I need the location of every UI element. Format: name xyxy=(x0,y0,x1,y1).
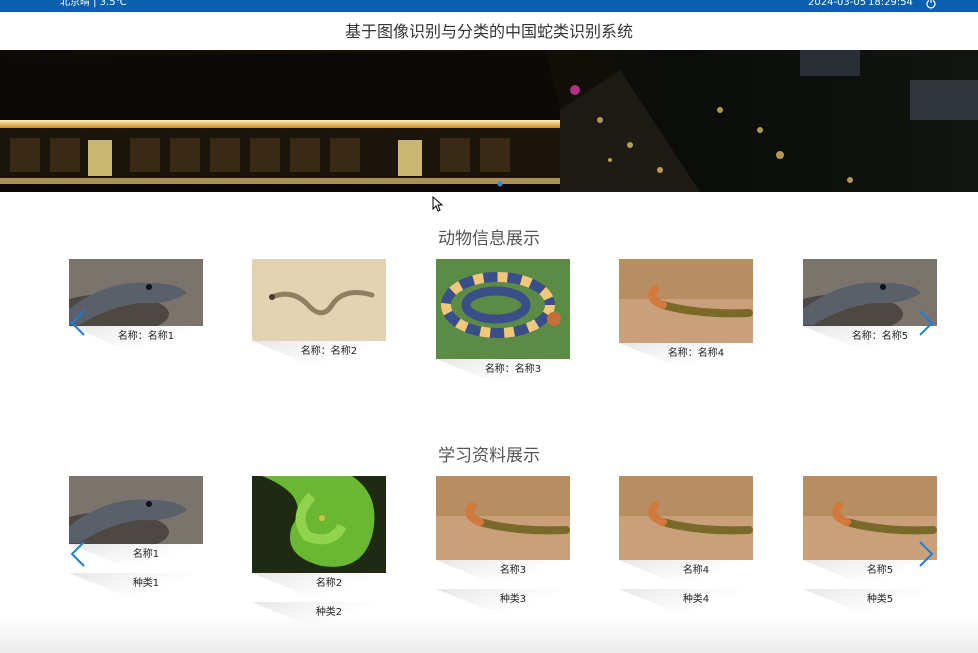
animal-label-5: 名称：名称5 xyxy=(803,326,937,348)
study-name-5: 名称5 xyxy=(803,560,937,582)
study-prev-arrow-icon[interactable] xyxy=(70,540,86,568)
weather-text: 北京晴 | 3.5℃ xyxy=(60,0,127,8)
study-card-4[interactable]: 名称4 种类4 xyxy=(619,476,753,611)
study-kind-5: 种类5 xyxy=(803,589,937,611)
animal-card-3[interactable]: 名称：名称3 xyxy=(436,259,570,381)
study-kind-4: 种类4 xyxy=(619,589,753,611)
study-image-3 xyxy=(436,476,570,560)
animal-card-4[interactable]: 名称：名称4 xyxy=(619,259,753,365)
animal-card-1[interactable]: 名称：名称1 xyxy=(69,259,203,348)
study-kind-1: 种类1 xyxy=(69,573,203,595)
animal-image-5 xyxy=(803,259,937,326)
study-image-4 xyxy=(619,476,753,560)
power-icon[interactable] xyxy=(925,0,937,9)
study-name-4: 名称4 xyxy=(619,560,753,582)
page-title: 基于图像识别与分类的中国蛇类识别系统 xyxy=(344,22,633,41)
animal-label-3: 名称：名称3 xyxy=(436,359,570,381)
animal-section-title: 动物信息展示 xyxy=(438,229,540,249)
animal-label-4: 名称：名称4 xyxy=(619,343,753,365)
animal-image-2 xyxy=(252,259,386,341)
top-status-bar: 北京晴 | 3.5℃ 2024-03-05 18:29:54 xyxy=(0,0,978,12)
study-kind-3: 种类3 xyxy=(436,589,570,611)
date-text: 2024-03-05 xyxy=(808,0,867,8)
animal-label-1: 名称：名称1 xyxy=(69,326,203,348)
study-image-1 xyxy=(69,476,203,544)
banner-image xyxy=(0,50,978,192)
time-text: 18:29:54 xyxy=(868,0,913,8)
study-card-2[interactable]: 名称2 种类2 xyxy=(252,476,386,624)
study-card-5[interactable]: 名称5 种类5 xyxy=(803,476,937,611)
study-section-title: 学习资料展示 xyxy=(438,446,540,466)
study-name-1: 名称1 xyxy=(69,544,203,566)
animal-prev-arrow-icon[interactable] xyxy=(70,309,86,337)
study-next-arrow-icon[interactable] xyxy=(918,540,934,568)
study-card-3[interactable]: 名称3 种类3 xyxy=(436,476,570,611)
animal-next-arrow-icon[interactable] xyxy=(918,309,934,337)
animal-image-4 xyxy=(619,259,753,343)
animal-label-2: 名称：名称2 xyxy=(252,341,386,363)
study-name-2: 名称2 xyxy=(252,573,386,595)
animal-image-3 xyxy=(436,259,570,359)
animal-card-2[interactable]: 名称：名称2 xyxy=(252,259,386,363)
study-card-1[interactable]: 名称1 种类1 xyxy=(69,476,203,595)
animal-card-5[interactable]: 名称：名称5 xyxy=(803,259,937,348)
animal-image-1 xyxy=(69,259,203,326)
study-image-2 xyxy=(252,476,386,573)
banner-carousel[interactable] xyxy=(0,50,978,192)
study-image-5 xyxy=(803,476,937,560)
study-name-3: 名称3 xyxy=(436,560,570,582)
mouse-cursor-icon xyxy=(432,196,444,212)
bottom-fade xyxy=(0,615,978,653)
